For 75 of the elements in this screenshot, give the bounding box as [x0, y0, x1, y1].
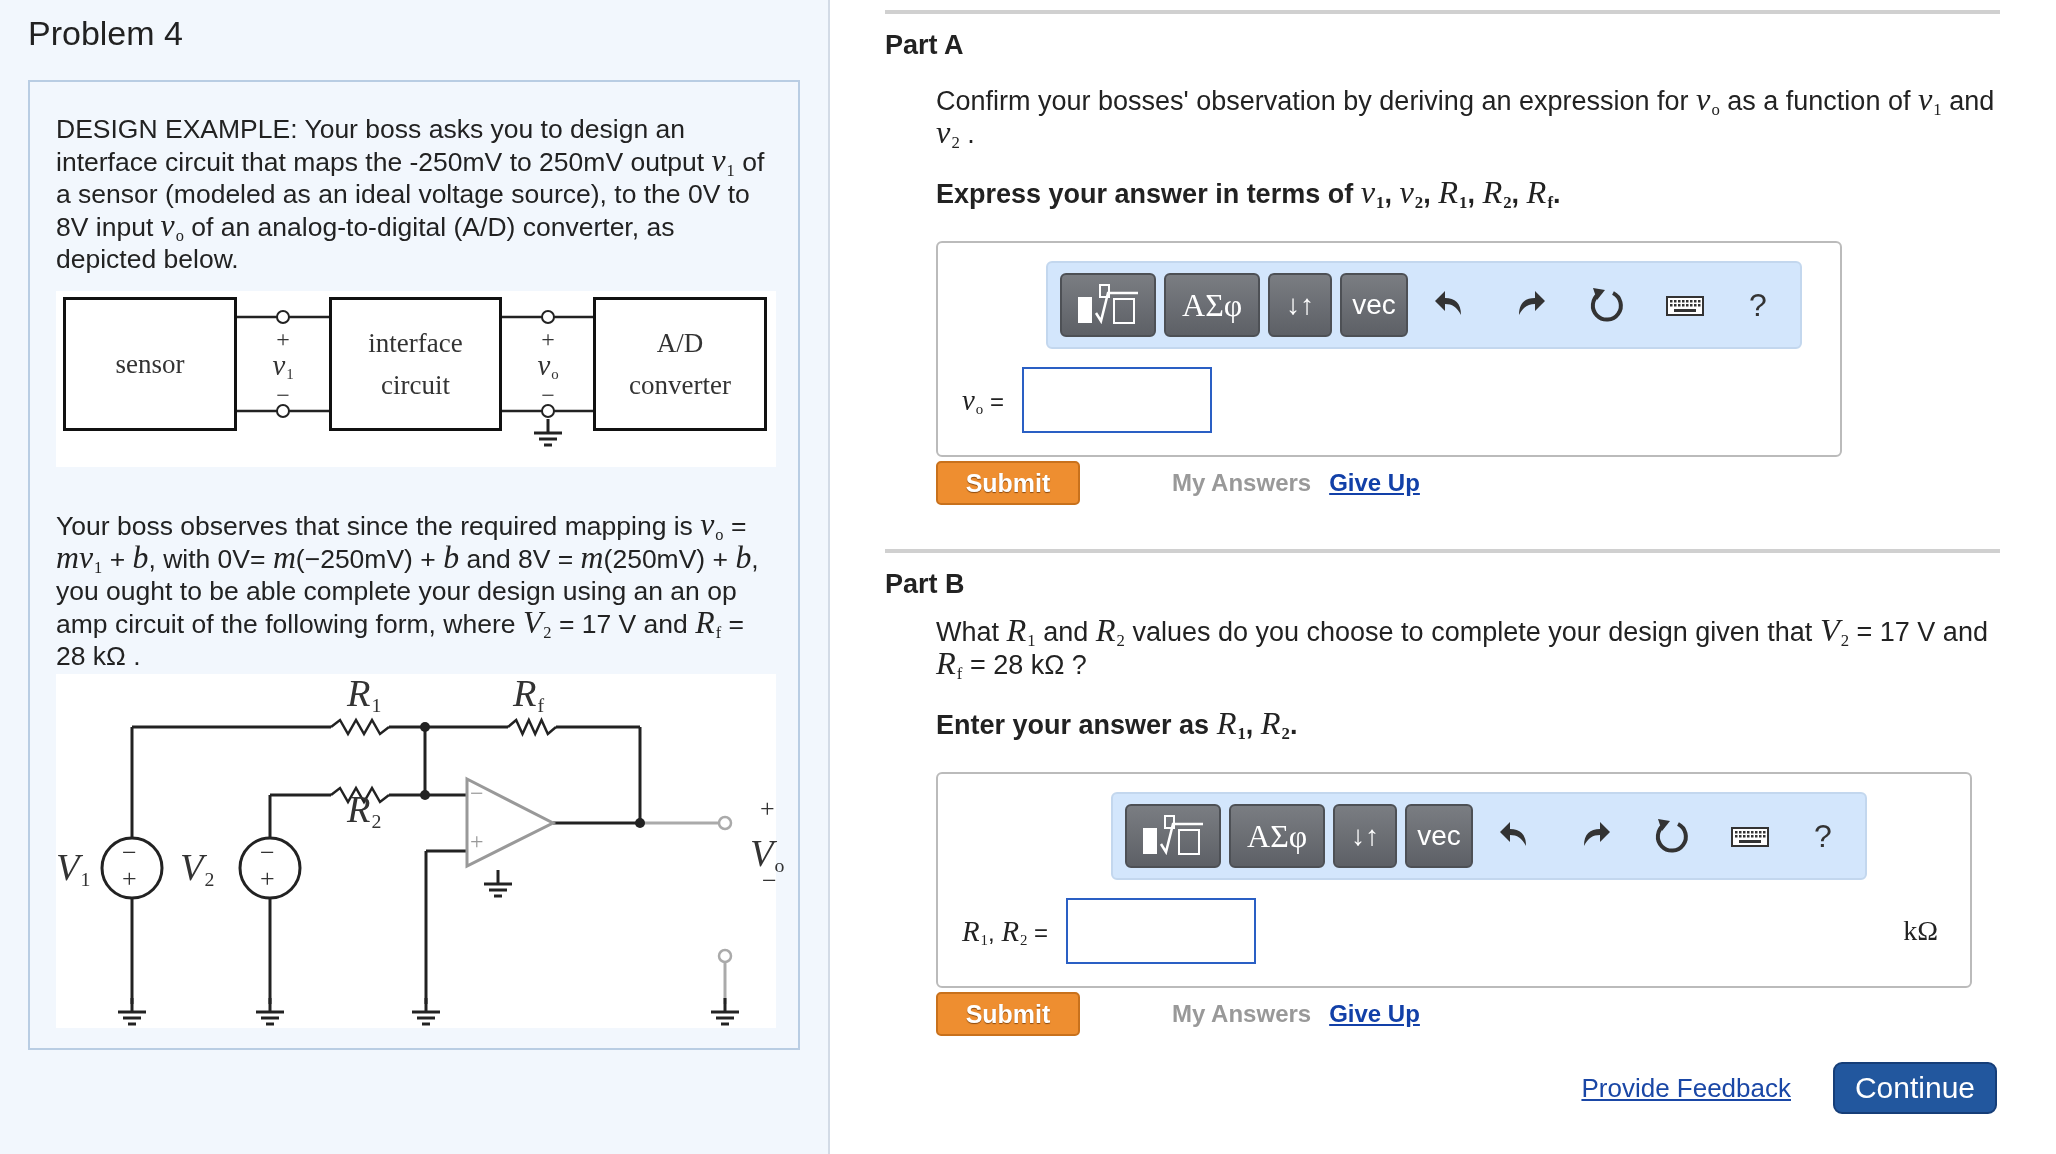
- problem-text: Your boss observes that since the required mapping is v$_{o}$ = mv$_{1}$ + b, with 0V= m(−250mV) + b and 8V = m(250mV) + b, you ought to be able complete your design using an an op amp circuit of the following form, where V$_{2}$ = 17 V and R$_{f}$ = 28 kΩ .: [56, 509, 760, 672]
- port-label: +: [540, 327, 556, 351]
- fraction-root-icon: [1078, 284, 1139, 325]
- terminal-icon: [717, 948, 733, 964]
- reset-icon[interactable]: [1655, 819, 1688, 853]
- circuit-label: R$_{2}$: [347, 792, 382, 828]
- port-label: −: [540, 383, 556, 407]
- undo-icon[interactable]: [1499, 822, 1526, 846]
- answer-label: v$_{o}$ =: [962, 383, 1004, 417]
- redo-icon[interactable]: [1583, 822, 1610, 846]
- give-up-link[interactable]: Give Up: [1329, 469, 1420, 497]
- terminal-icon: [276, 404, 290, 418]
- port-label: v$_{o}$: [536, 353, 560, 379]
- circuit-label: −: [470, 779, 484, 808]
- toolbar-key[interactable]: ΑΣφ: [1229, 804, 1326, 868]
- resistor-icon: [507, 716, 557, 738]
- keyboard-icon[interactable]: [1665, 296, 1704, 316]
- terminal-icon: [717, 815, 733, 831]
- circuit-label: +: [470, 827, 484, 856]
- answer-field[interactable]: [1066, 898, 1257, 964]
- voltage-source-icon: [100, 836, 164, 900]
- instruction-text: Express your answer in terms of v$_{1}$, v$_{2}$, R$_{1}$, R$_{2}$, R$_{f}$.: [936, 174, 1562, 211]
- ground-icon: [256, 998, 284, 1026]
- toolbar-key[interactable]: ↓↑: [1333, 804, 1398, 868]
- diagram-block: A/D converter: [593, 297, 767, 431]
- ground-icon: [534, 419, 562, 447]
- template-button[interactable]: [1125, 804, 1222, 868]
- ground-icon: [118, 998, 146, 1026]
- terminal-icon: [541, 404, 555, 418]
- help-button[interactable]: ?: [1792, 817, 1853, 855]
- port-label: +: [275, 327, 291, 351]
- toolbar-key[interactable]: vec: [1340, 273, 1408, 337]
- terminal-icon: [276, 310, 290, 324]
- reset-icon[interactable]: [1590, 288, 1623, 322]
- toolbar-key[interactable]: ↓↑: [1268, 273, 1333, 337]
- diagram-block: sensor: [63, 297, 237, 431]
- question-text: Confirm your bosses' observation by deriving an expression for v$_{o}$ as a function of v$_{1}$ and v$_{2}$ .: [936, 84, 1996, 150]
- give-up-link[interactable]: Give Up: [1329, 1000, 1420, 1028]
- port-label: v$_{1}$: [271, 353, 295, 379]
- port-label: −: [275, 383, 291, 407]
- answer-label: R$_{1}$, R$_{2}$ =: [962, 914, 1049, 948]
- instruction-text: Enter your answer as R$_{1}$, R$_{2}$.: [936, 705, 1299, 742]
- problem-title: Problem 4: [28, 14, 184, 54]
- my-answers-link[interactable]: My Answers: [1172, 1000, 1312, 1028]
- circuit-label: V$_{2}$: [180, 850, 215, 886]
- feedback-link[interactable]: Provide Feedback: [1581, 1072, 1791, 1104]
- unit-label: kΩ: [1903, 915, 1938, 947]
- circuit-label: R$_{1}$: [347, 676, 382, 712]
- ground-icon: [412, 998, 440, 1026]
- answer-field[interactable]: [1021, 367, 1212, 433]
- toolbar-key[interactable]: vec: [1405, 804, 1473, 868]
- circuit-label: R$_{f}$: [513, 676, 545, 712]
- problem-text: DESIGN EXAMPLE: Your boss asks you to design an interface circuit that maps the -250mV to 250mV output v$_{1}$ of a sensor (modeled as an ideal voltage source), to the 0V to 8V input v$_{o}$ of an analog-to-digital (A/D) converter, as depicted below.: [56, 113, 766, 275]
- keyboard-icon[interactable]: [1730, 827, 1769, 847]
- my-answers-link[interactable]: My Answers: [1172, 469, 1312, 497]
- circuit-label: +: [760, 793, 775, 825]
- ground-icon: [484, 870, 512, 898]
- circuit-label: V$_{o}$: [750, 836, 785, 872]
- circuit-label: V$_{1}$: [56, 850, 91, 886]
- fraction-root-icon: [1143, 815, 1204, 856]
- undo-icon[interactable]: [1434, 291, 1461, 315]
- part-title: Part A: [885, 29, 965, 62]
- terminal-icon: [541, 310, 555, 324]
- toolbar-key[interactable]: ΑΣφ: [1164, 273, 1261, 337]
- template-button[interactable]: [1060, 273, 1157, 337]
- question-text: What R$_{1}$ and R$_{2}$ values do you choose to complete your design given that V$_{2}$ = 17 V and R$_{f}$ = 28 kΩ ?: [936, 615, 1989, 681]
- voltage-source-icon: [238, 836, 302, 900]
- help-button[interactable]: ?: [1727, 286, 1788, 324]
- resistor-icon: [330, 717, 390, 737]
- continue-button[interactable]: Continue: [1833, 1062, 1997, 1114]
- ground-icon: [711, 998, 739, 1026]
- op-amp-icon: [465, 776, 557, 869]
- diagram-block: interface circuit: [329, 297, 502, 431]
- part-title: Part B: [885, 568, 966, 601]
- redo-icon[interactable]: [1518, 291, 1545, 315]
